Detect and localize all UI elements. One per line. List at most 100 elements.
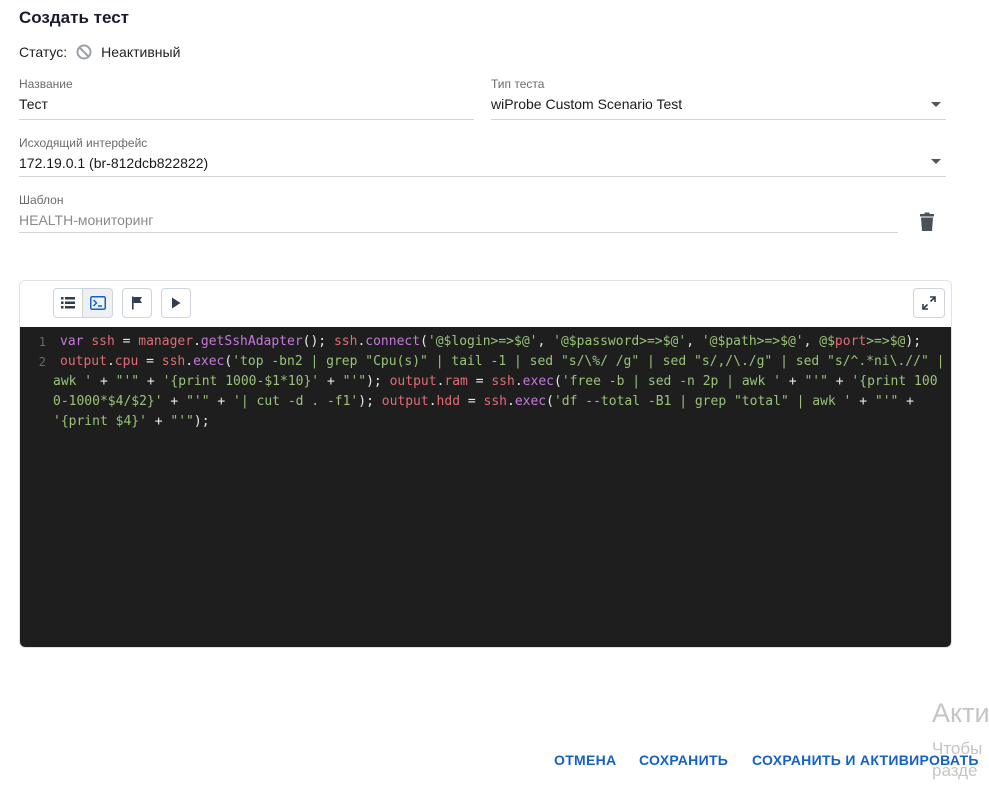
code-token: + (851, 394, 875, 409)
cancel-button[interactable]: ОТМЕНА (554, 752, 616, 768)
terminal-icon (89, 296, 106, 310)
line-number: 2 (38, 355, 46, 369)
chevron-down-icon[interactable] (931, 159, 941, 164)
code-token: + (209, 394, 234, 409)
activation-watermark-title: Акти (932, 698, 989, 728)
inactive-icon (76, 44, 92, 60)
code-token: . (106, 354, 115, 369)
code-token: connect (365, 334, 421, 349)
code-token: "'" (115, 374, 140, 389)
terminal-button[interactable] (83, 288, 113, 318)
template-field: Шаблон HEALTH-мониторинг (19, 193, 898, 233)
test-type-label: Тип теста (491, 77, 545, 91)
save-button[interactable]: СОХРАНИТЬ (639, 752, 728, 768)
code-token: getSshAdapter (200, 334, 303, 349)
code-token: '{print 1000-$1*10}' (162, 374, 320, 389)
code-token: + (898, 394, 922, 409)
code-token: + (139, 374, 163, 389)
code-token: var (60, 334, 92, 349)
code-token: , (803, 334, 820, 349)
code-token: + (162, 394, 187, 409)
code-line-2: output.cpu = ssh.exec('top -bn2 | grep "… (53, 352, 945, 432)
page-title: Создать тест (19, 8, 129, 27)
name-label: Название (19, 77, 73, 91)
code-token: '| cut -d . -f1' (233, 394, 359, 409)
list-icon (61, 297, 75, 309)
code-token: ); (366, 374, 390, 389)
code-token: + (780, 374, 805, 389)
code-token: >=>$@ (866, 334, 906, 349)
code-token: 'free -b | sed -n 2p | awk ' (561, 374, 781, 389)
code-token: manager (138, 334, 194, 349)
line-number: 1 (38, 335, 46, 349)
activation-watermark-text: Чтобы разде (932, 738, 982, 782)
flag-icon (132, 296, 142, 310)
code-token: + (146, 414, 171, 429)
activation-watermark-line: разде (932, 761, 978, 780)
fullscreen-button[interactable] (913, 288, 945, 318)
code-token: "'" (874, 394, 899, 409)
code-token: ); (905, 334, 922, 349)
code-token: ( (553, 374, 562, 389)
status-label: Статус: (19, 44, 68, 60)
code-token: . (428, 394, 437, 409)
interface-select[interactable]: Исходящий интерфейс 172.19.0.1 (br-812dc… (19, 136, 946, 177)
code-token: 'df --total -B1 | grep "total" | awk ' (553, 394, 852, 409)
code-token: = (467, 374, 492, 389)
activation-watermark-line: Чтобы (932, 739, 983, 758)
code-area[interactable]: 1 var ssh = manager.getSshAdapter(); ssh… (20, 327, 951, 647)
code-token: '@$login>=>$@' (427, 334, 538, 349)
code-token: ssh (161, 354, 186, 369)
code-token: + (319, 374, 343, 389)
interface-label: Исходящий интерфейс (19, 136, 148, 150)
code-token: ssh (491, 374, 515, 389)
code-token: exec (522, 374, 554, 389)
template-value: HEALTH-мониторинг (19, 212, 154, 228)
code-token: . (514, 374, 523, 389)
test-type-value[interactable]: wiProbe Custom Scenario Test (491, 95, 946, 113)
code-token: . (507, 394, 515, 409)
code-token: . (193, 334, 201, 349)
interface-value[interactable]: 172.19.0.1 (br-812dcb822822) (19, 154, 946, 172)
trash-icon (920, 212, 934, 231)
list-button[interactable] (53, 288, 83, 318)
code-token: cpu (114, 354, 139, 369)
code-token: ssh (333, 334, 358, 349)
chevron-down-icon[interactable] (931, 102, 941, 107)
flag-button[interactable] (122, 288, 152, 318)
code-token: output (60, 354, 107, 369)
code-token: + (827, 374, 852, 389)
code-token: port (834, 334, 867, 349)
code-token: . (185, 354, 194, 369)
code-token: ram (444, 374, 468, 389)
status-row: Статус: Неактивный (19, 44, 180, 60)
code-token: = (138, 354, 162, 369)
code-token: ( (420, 334, 428, 349)
editor-toolbar (20, 281, 951, 327)
code-token: hdd (436, 394, 461, 409)
code-token: exec (514, 394, 547, 409)
test-type-select[interactable]: Тип теста wiProbe Custom Scenario Test (491, 77, 946, 120)
code-token: ssh (483, 394, 507, 409)
code-token: = (114, 334, 139, 349)
code-token: ( (546, 394, 554, 409)
delete-template-button[interactable] (919, 212, 935, 232)
code-token: ); (193, 414, 210, 429)
code-token: ssh (91, 334, 115, 349)
code-token: "'" (804, 374, 828, 389)
code-token: exec (193, 354, 225, 369)
script-editor: 1 var ssh = manager.getSshAdapter(); ssh… (19, 280, 952, 648)
code-token: + (92, 374, 116, 389)
expand-icon (922, 296, 936, 310)
code-line-1: var ssh = manager.getSshAdapter(); ssh.c… (60, 332, 945, 352)
template-label: Шаблон (19, 193, 64, 207)
code-token: output (389, 374, 437, 389)
code-token: (); (302, 334, 334, 349)
name-field[interactable]: Название Тест (19, 77, 474, 120)
code-token: "'" (170, 414, 194, 429)
name-input[interactable]: Тест (19, 95, 474, 113)
code-token: output (381, 394, 429, 409)
code-token: '{print $4}' (53, 414, 147, 429)
run-button[interactable] (161, 288, 191, 318)
code-token: , (537, 334, 554, 349)
